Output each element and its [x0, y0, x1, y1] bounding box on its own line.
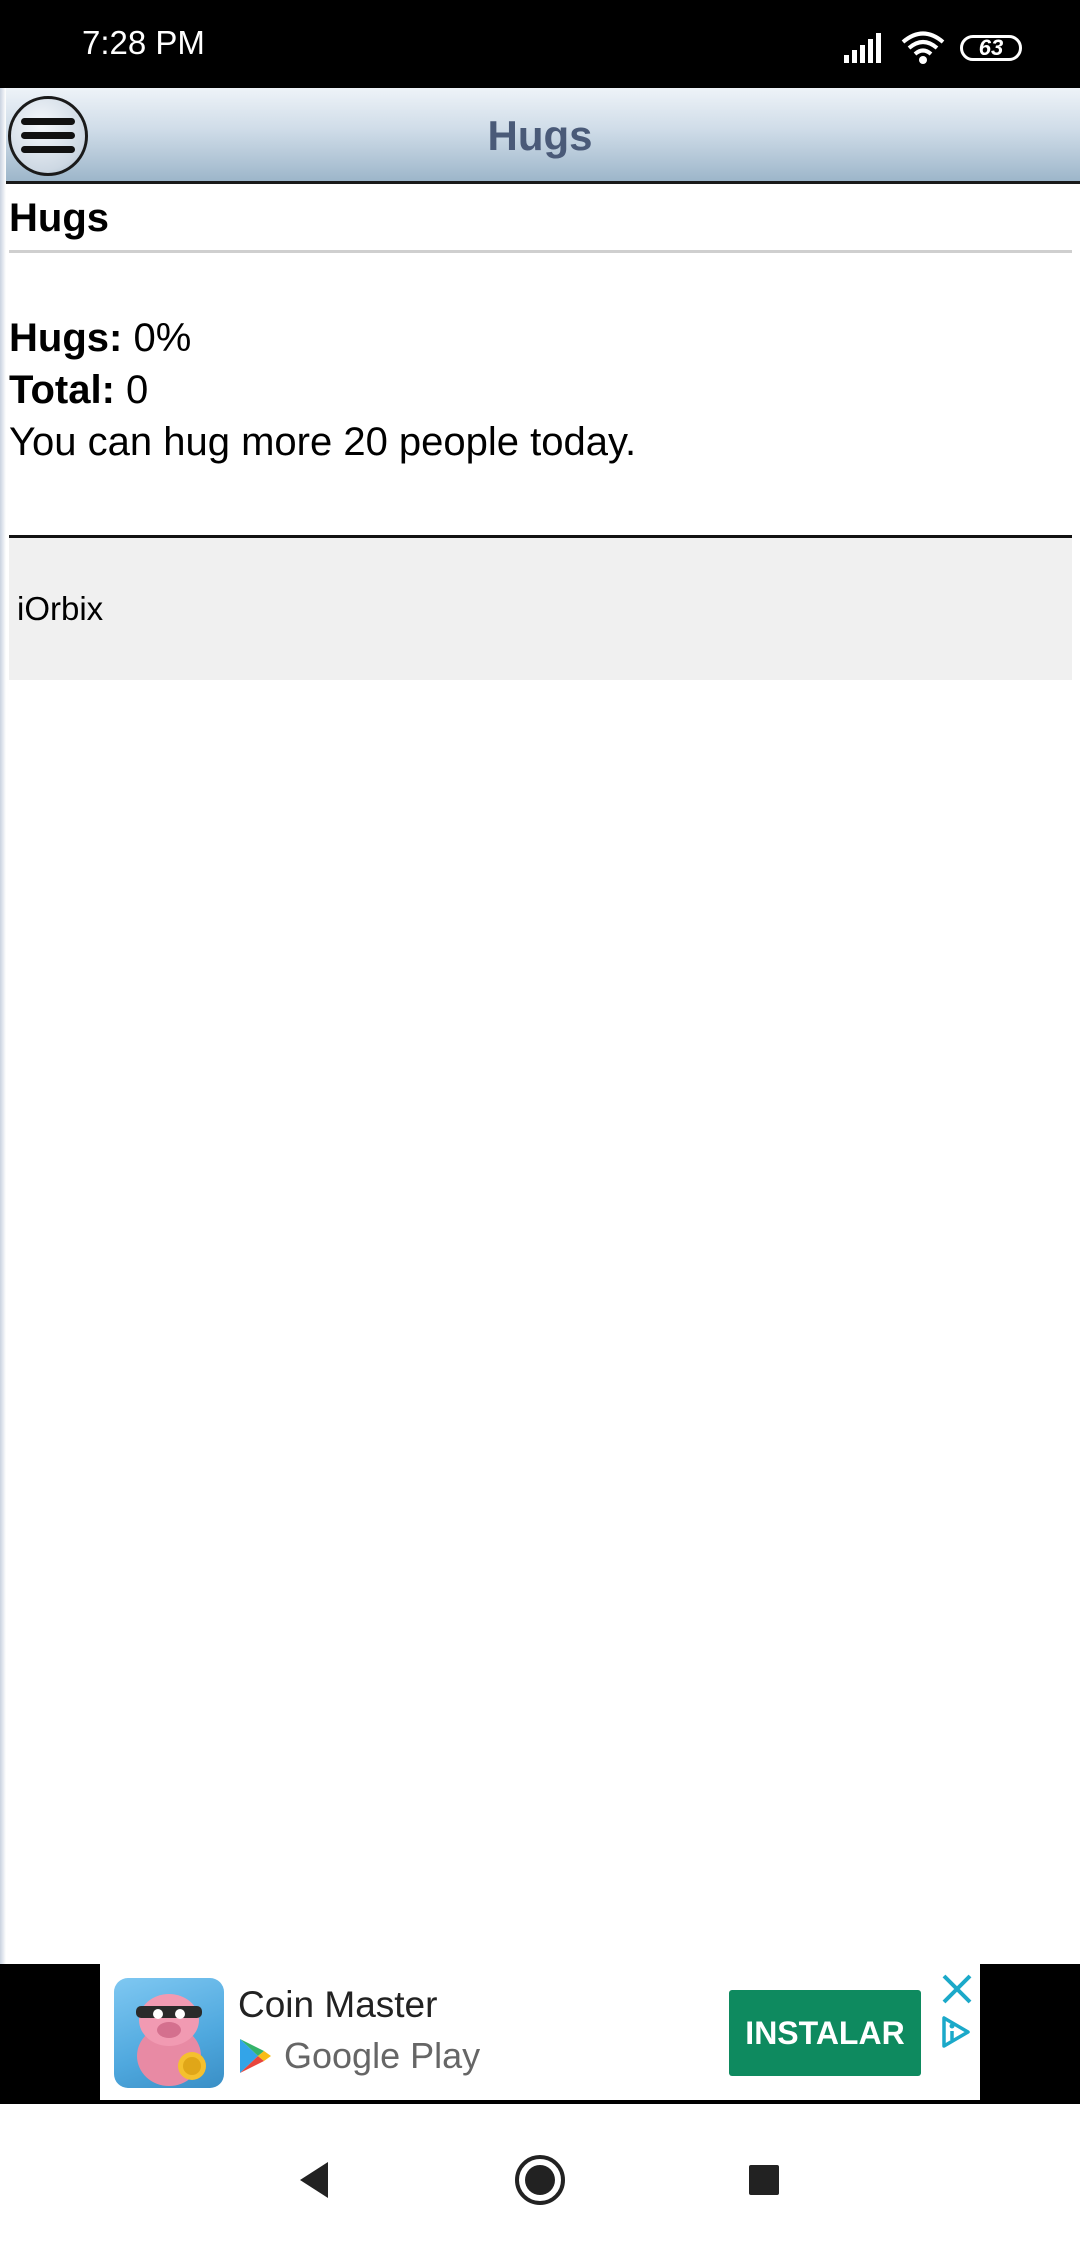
hugs-value: 0%: [133, 316, 192, 360]
status-time: 7:28 PM: [82, 24, 205, 61]
total-row: Total: 0: [9, 364, 636, 416]
ad-banner: Coin Master Google Play INSTALAR: [0, 1964, 1080, 2104]
heading-divider: [9, 250, 1072, 253]
ad-store: Google Play: [238, 2034, 480, 2078]
hugs-remaining-message: You can hug more 20 people today.: [9, 420, 637, 464]
app-header: Hugs: [0, 88, 1080, 184]
wifi-icon: [901, 31, 945, 64]
ad-store-label: Google Play: [284, 2035, 481, 2076]
coin-master-app-icon: [114, 1978, 224, 2088]
home-circle-icon: [515, 2155, 565, 2205]
status-icons: 63: [842, 30, 1022, 66]
back-triangle-icon: [300, 2162, 328, 2198]
recents-button[interactable]: [734, 2150, 794, 2210]
adchoices-icon[interactable]: [938, 2014, 974, 2050]
total-value: 0: [126, 368, 149, 412]
hugs-label: Hugs:: [9, 316, 123, 360]
system-nav-bar: [0, 2114, 1080, 2246]
google-play-icon: [240, 2039, 271, 2073]
list-item-name: iOrbix: [17, 590, 104, 627]
hugs-percentage-row: Hugs: 0%: [9, 312, 636, 364]
back-button[interactable]: [284, 2150, 344, 2210]
hamburger-menu-icon: [21, 118, 75, 153]
close-icon[interactable]: [940, 1972, 974, 2006]
list-item[interactable]: iOrbix: [9, 538, 1072, 680]
recents-square-icon: [749, 2165, 779, 2195]
signal-icon: [844, 33, 881, 63]
header-title: Hugs: [487, 112, 593, 159]
left-edge-strip: [0, 88, 6, 1964]
install-button[interactable]: INSTALAR: [729, 1990, 921, 2076]
ad-content[interactable]: Coin Master Google Play INSTALAR: [100, 1964, 980, 2100]
page-heading: Hugs: [9, 196, 109, 240]
home-button[interactable]: [510, 2150, 570, 2210]
status-bar: 7:28 PM 63: [0, 0, 1080, 88]
hug-stats: Hugs: 0% Total: 0 You can hug more 20 pe…: [9, 312, 636, 468]
total-label: Total:: [9, 368, 115, 412]
ad-app-name: Coin Master: [238, 1984, 438, 2025]
menu-button[interactable]: [8, 96, 88, 176]
battery-icon: 63: [960, 35, 1022, 61]
